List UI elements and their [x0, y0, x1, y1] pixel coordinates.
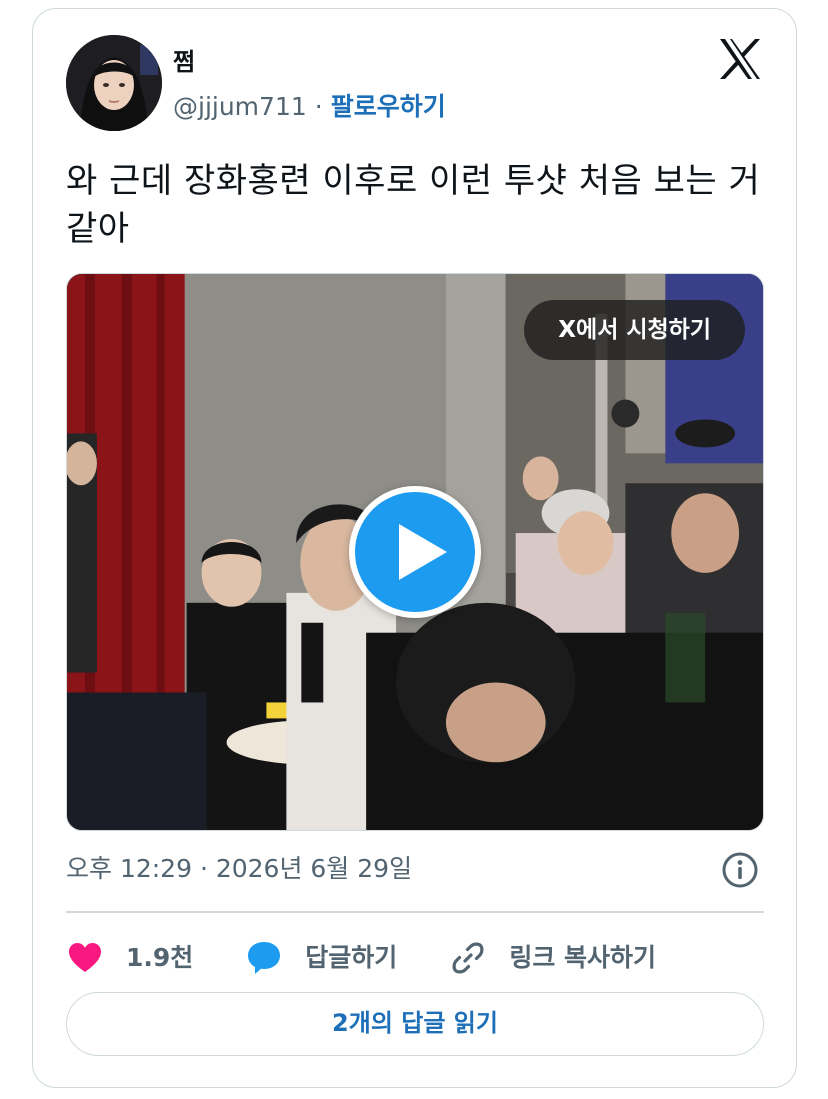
x-logo-icon[interactable]: [716, 35, 764, 83]
like-button[interactable]: 1.9천: [66, 931, 193, 985]
copy-link-button[interactable]: 링크 복사하기: [449, 931, 656, 985]
like-count: 1.9천: [126, 943, 194, 972]
play-button[interactable]: [349, 486, 481, 618]
read-replies-button[interactable]: 2개의 답글 읽기: [66, 992, 764, 1056]
watch-on-x-button[interactable]: X에서 시청하기: [524, 300, 745, 360]
follow-link[interactable]: 팔로우하기: [331, 89, 446, 125]
heart-icon: [69, 943, 101, 972]
copy-link-label: 링크 복사하기: [509, 943, 657, 972]
action-bar: 1.9천 답글하기 링크 복사하기: [66, 931, 764, 985]
divider: [66, 911, 764, 913]
reply-label: 답글하기: [305, 943, 398, 972]
separator-dot: ·: [314, 92, 323, 121]
tweet-timestamp[interactable]: 오후 12:29 · 2026년 6월 29일: [66, 851, 412, 887]
avatar-image: [66, 35, 162, 131]
user-handle[interactable]: @jjjum711: [173, 89, 307, 125]
info-icon[interactable]: [721, 851, 759, 889]
tweet-embed-card: 쩜 @jjjum711 · 팔로우하기 와 근데 장화홍련 이후로 이런 투샷 …: [32, 8, 797, 1088]
video-media[interactable]: X에서 시청하기: [66, 273, 764, 831]
reply-button[interactable]: 답글하기: [245, 931, 397, 985]
handle-row: @jjjum711 · 팔로우하기: [173, 89, 446, 125]
link-icon: [452, 942, 484, 974]
avatar[interactable]: [66, 35, 162, 131]
play-icon: [399, 524, 447, 580]
display-name[interactable]: 쩜: [173, 47, 195, 77]
read-replies-label: 2개의 답글 읽기: [332, 1009, 498, 1037]
speech-bubble-icon: [248, 942, 281, 974]
tweet-text: 와 근데 장화홍련 이후로 이런 투샷 처음 보는 거 같아: [66, 161, 761, 249]
